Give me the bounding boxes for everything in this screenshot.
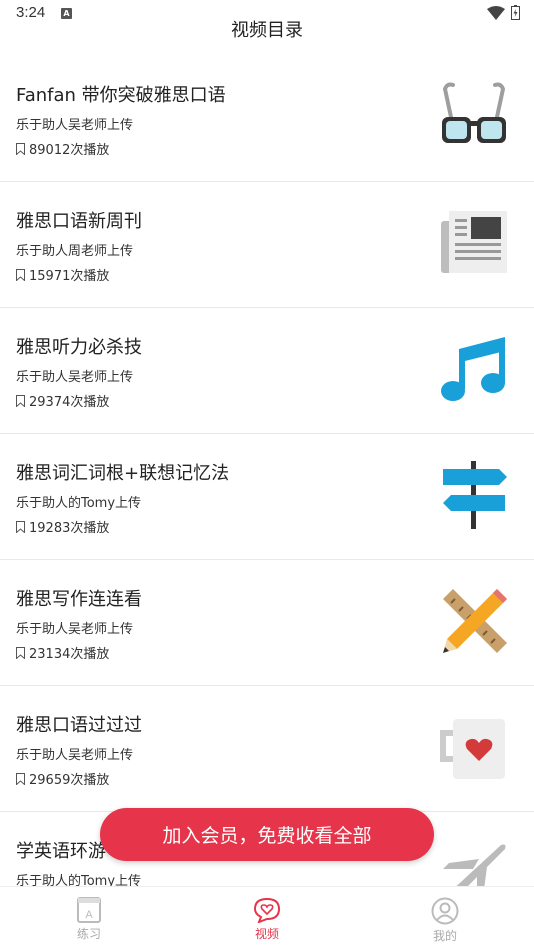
video-plays: 89012次播放	[16, 139, 109, 158]
bookmark-icon	[16, 394, 25, 407]
video-uploader: 乐于助人吴老师上传	[16, 622, 134, 637]
signpost-icon	[438, 458, 510, 530]
bookmark-icon	[16, 142, 25, 155]
video-item[interactable]: Fanfan 带你突破雅思口语 乐于助人吴老师上传 89012次播放	[0, 56, 534, 182]
video-uploader: 乐于助人吴老师上传	[16, 118, 134, 133]
video-title: 雅思写作连连看	[16, 589, 142, 610]
video-title: 雅思口语新周刊	[16, 211, 142, 232]
book-icon: A	[77, 897, 101, 923]
nav-practice[interactable]: A 练习	[0, 887, 178, 950]
heart-mug-icon	[438, 710, 510, 782]
video-list: Fanfan 带你突破雅思口语 乐于助人吴老师上传 89012次播放 雅思口语新…	[0, 56, 534, 938]
video-item[interactable]: 雅思口语过过过 乐于助人吴老师上传 29659次播放	[0, 686, 534, 812]
play-count: 89012次播放	[29, 143, 110, 158]
newspaper-icon	[438, 206, 510, 278]
video-uploader: 乐于助人吴老师上传	[16, 370, 134, 385]
video-title: 雅思词汇词根+联想记忆法	[16, 463, 230, 484]
video-plays: 15971次播放	[16, 265, 109, 284]
play-count: 23134次播放	[29, 647, 110, 662]
play-count: 19283次播放	[29, 521, 110, 536]
profile-icon	[431, 897, 459, 925]
bottom-nav: A 练习 视频 我的	[0, 886, 534, 950]
bookmark-icon	[16, 646, 25, 659]
video-item[interactable]: 雅思写作连连看 乐于助人吴老师上传 23134次播放	[0, 560, 534, 686]
video-item[interactable]: 雅思词汇词根+联想记忆法 乐于助人的Tomy上传 19283次播放	[0, 434, 534, 560]
video-title: 学英语环游	[16, 841, 106, 862]
video-title: Fanfan 带你突破雅思口语	[16, 85, 226, 106]
glasses-icon	[438, 80, 510, 152]
heart-chat-icon	[253, 897, 281, 923]
video-plays: 19283次播放	[16, 517, 109, 536]
music-note-icon	[438, 332, 510, 404]
bookmark-icon	[16, 268, 25, 281]
play-count: 29374次播放	[29, 395, 110, 410]
nav-mine[interactable]: 我的	[356, 887, 534, 950]
bookmark-icon	[16, 520, 25, 533]
video-item[interactable]: 雅思听力必杀技 乐于助人吴老师上传 29374次播放	[0, 308, 534, 434]
video-uploader: 乐于助人周老师上传	[16, 244, 134, 259]
video-title: 雅思听力必杀技	[16, 337, 142, 358]
nav-video[interactable]: 视频	[178, 887, 356, 950]
nav-label: 视频	[254, 927, 279, 941]
video-title: 雅思口语过过过	[16, 715, 142, 736]
play-count: 29659次播放	[29, 773, 110, 788]
join-member-button[interactable]: 加入会员，免费收看全部	[100, 808, 434, 861]
video-uploader: 乐于助人的Tomy上传	[16, 496, 142, 511]
nav-label: 练习	[76, 927, 101, 941]
video-item[interactable]: 雅思口语新周刊 乐于助人周老师上传 15971次播放	[0, 182, 534, 308]
video-plays: 29374次播放	[16, 391, 109, 410]
bookmark-icon	[16, 772, 25, 785]
play-count: 15971次播放	[29, 269, 110, 284]
video-plays: 29659次播放	[16, 769, 109, 788]
page-title: 视频目录	[231, 20, 303, 41]
pencil-ruler-icon	[438, 584, 510, 656]
nav-label: 我的	[432, 929, 457, 943]
svg-text:A: A	[85, 909, 93, 921]
video-plays: 23134次播放	[16, 643, 109, 662]
video-uploader: 乐于助人吴老师上传	[16, 748, 134, 763]
